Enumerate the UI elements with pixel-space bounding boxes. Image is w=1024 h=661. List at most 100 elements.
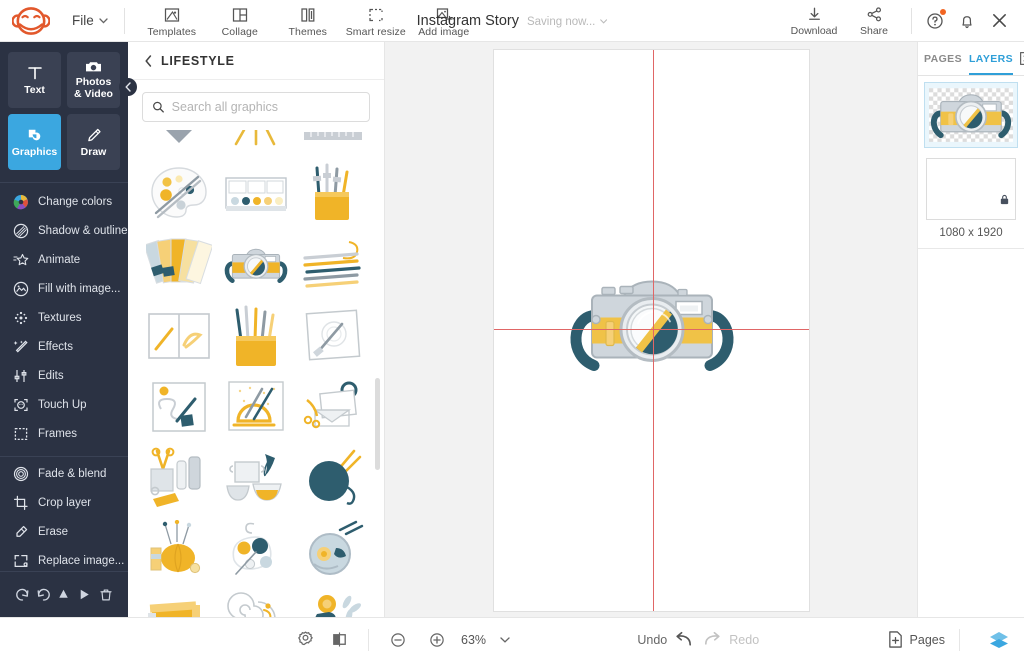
themes-button[interactable]: Themes (275, 3, 341, 39)
graphics-search-box[interactable] (142, 92, 370, 122)
graphics-thumb-color-swatches[interactable] (140, 229, 217, 300)
rail-item-fade-blend[interactable]: Fade & blend (0, 459, 128, 488)
graphics-thumb-watercolor-set[interactable] (217, 158, 294, 229)
zoom-dropdown-button[interactable] (500, 636, 510, 643)
rail-item-label: Fade & blend (38, 467, 107, 480)
collapse-panel-button[interactable] (119, 78, 137, 96)
rail-item-frames[interactable]: Frames (0, 419, 128, 448)
graphics-panel-scrollbar[interactable] (375, 378, 380, 470)
graphics-thumb-envelope-scissors[interactable] (295, 371, 372, 442)
rail-card-graphics[interactable]: Graphics (8, 114, 61, 170)
flip-canvas-button[interactable] (324, 625, 354, 655)
rail-item-animate[interactable]: Animate (0, 245, 128, 274)
share-label: Share (859, 24, 889, 37)
rail-card-graphics-label: Graphics (11, 145, 58, 158)
graphics-thumb-craft-tools[interactable] (140, 442, 217, 513)
saving-status-menu[interactable]: Saving now... (527, 16, 607, 28)
camera-icon (86, 62, 101, 72)
zoom-out-button[interactable] (383, 625, 413, 655)
tab-pages[interactable]: PAGES (924, 42, 962, 75)
graphics-thumb-embroidery-hoop[interactable] (295, 513, 372, 584)
rail-item-crop-layer[interactable]: Crop layer (0, 488, 128, 517)
graphics-thumb-open-notebook[interactable] (140, 300, 217, 371)
notification-bell-icon (962, 15, 972, 28)
page-title: Instagram Story (416, 12, 519, 29)
graphics-thumb-yarn-ball[interactable] (295, 442, 372, 513)
redo-button[interactable]: Redo (702, 631, 759, 649)
graphics-thumb-pencil-strokes[interactable] (217, 130, 294, 158)
close-editor-button[interactable] (984, 6, 1014, 36)
rail-item-fill-with-image[interactable]: Fill with image... (0, 274, 128, 303)
graphics-thumb-paint-palette[interactable] (140, 158, 217, 229)
graphics-panel-header: LIFESTYLE (128, 42, 384, 80)
rail-item-edits[interactable]: Edits (0, 361, 128, 390)
smart-resize-button[interactable]: Smart resize (343, 3, 409, 39)
graphics-thumb-protractor[interactable] (217, 371, 294, 442)
templates-button[interactable]: Templates (139, 3, 205, 39)
search-input[interactable] (171, 100, 360, 114)
graphics-thumb-wood-planks[interactable] (140, 584, 217, 617)
graphics-thumb-ruler[interactable] (295, 130, 372, 158)
rail-item-shadow-outline[interactable]: Shadow & outline (0, 216, 128, 245)
zoom-plus-icon (430, 632, 444, 647)
file-menu-button[interactable]: File (62, 9, 118, 32)
add-pages-button[interactable]: Pages (887, 630, 945, 649)
graphics-thumb-calligraphy-pen[interactable] (140, 371, 217, 442)
download-icon (808, 7, 820, 20)
graphics-thumb-floral-wreath[interactable] (295, 584, 372, 617)
rail-item-replace-image[interactable]: Replace image... (0, 546, 128, 571)
graphics-back-button[interactable] (144, 54, 153, 67)
rail-card-photos-video[interactable]: Photos & Video (67, 52, 120, 108)
graphics-thumb-pencil-cup[interactable] (217, 300, 294, 371)
collage-button[interactable]: Collage (207, 3, 273, 39)
notifications-button[interactable] (952, 6, 982, 36)
close-right-panel-button[interactable] (1020, 52, 1024, 65)
effects-wand-icon (12, 339, 29, 355)
rail-card-draw[interactable]: Draw (67, 114, 120, 170)
layers-panel-toggle[interactable] (988, 630, 1010, 650)
layer-item-background[interactable] (926, 158, 1016, 220)
picmonkey-editor-app: File Templates Collage Themes Smart resi… (0, 0, 1024, 661)
canvas-settings-button[interactable] (290, 625, 320, 655)
fade-blend-icon (12, 466, 29, 482)
layer-thumbnail-camera (929, 88, 1013, 142)
rail-item-erase[interactable]: Erase (0, 517, 128, 546)
rail-item-textures[interactable]: Textures (0, 303, 128, 332)
delete-layer-button[interactable] (96, 585, 116, 605)
download-button[interactable]: Download (785, 5, 843, 37)
graphics-thumb-camera[interactable] (217, 229, 294, 300)
tab-layers[interactable]: LAYERS (968, 42, 1014, 75)
layer-lock-button[interactable] (996, 191, 1012, 207)
graphics-thumb-wire-spiral[interactable] (217, 584, 294, 617)
undo-button[interactable]: Undo (637, 631, 694, 649)
graphics-thumb-pottery-bowls[interactable] (217, 442, 294, 513)
graphics-thumb-brush-jar[interactable] (295, 158, 372, 229)
canvas-page[interactable] (493, 49, 810, 612)
graphics-thumb-sketch-paper[interactable] (295, 300, 372, 371)
rail-divider-2 (0, 456, 128, 457)
touch-up-face-icon (12, 397, 29, 413)
graphics-thumb-pencils-pile[interactable] (295, 229, 372, 300)
layer-item-camera[interactable] (924, 82, 1018, 148)
rotate-left-button[interactable] (12, 585, 32, 605)
text-t-icon (27, 66, 42, 79)
rail-item-touch-up[interactable]: Touch Up (0, 390, 128, 419)
graphics-thumb-arrow-down[interactable] (140, 130, 217, 158)
flip-horizontal-button[interactable] (75, 585, 95, 605)
graphics-thumb-sewing-buttons[interactable] (217, 513, 294, 584)
flip-vertical-button[interactable] (54, 585, 74, 605)
pages-label: Pages (909, 632, 945, 647)
rotate-right-button[interactable] (33, 585, 53, 605)
rail-item-change-colors[interactable]: Change colors (0, 187, 128, 216)
help-button[interactable] (920, 6, 950, 36)
zoom-in-button[interactable] (422, 625, 452, 655)
canvas-workspace[interactable] (385, 42, 917, 617)
canvas-artwork-camera[interactable] (566, 273, 738, 388)
graphics-thumb-pincushion[interactable] (140, 513, 217, 584)
rail-item-effects[interactable]: Effects (0, 332, 128, 361)
app-logo[interactable] (0, 6, 62, 36)
share-button[interactable]: Share (845, 5, 903, 37)
rail-item-label: Change colors (38, 195, 113, 208)
document-title-area: Instagram Story Saving now... (417, 13, 608, 29)
rail-card-text[interactable]: Text (8, 52, 61, 108)
